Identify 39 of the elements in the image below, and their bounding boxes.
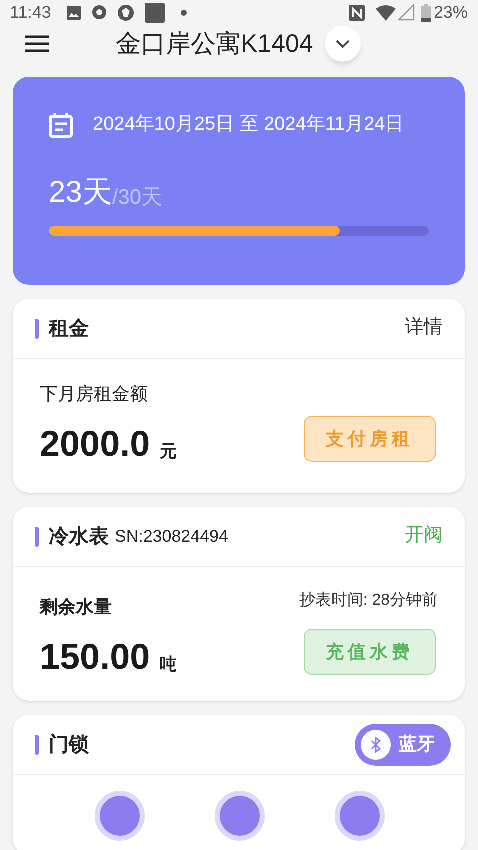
water-label: 剩余水量 bbox=[40, 596, 113, 619]
menu-icon[interactable] bbox=[24, 34, 50, 54]
open-valve-link[interactable]: 开阀 bbox=[405, 522, 443, 551]
card-title: 门锁 bbox=[49, 732, 89, 758]
wifi-icon bbox=[376, 4, 396, 21]
pay-rent-button[interactable]: 支付房租 bbox=[304, 416, 436, 462]
read-time: 抄表时间: 28分钟前 bbox=[299, 590, 438, 611]
date-range: 2024年10月25日 至 2024年11月24日 bbox=[93, 113, 404, 137]
recharge-water-button[interactable]: 充值水费 bbox=[304, 629, 436, 675]
card-title: 冷水表 bbox=[49, 524, 109, 550]
status-time: 11:43 bbox=[10, 2, 52, 24]
accent-bar bbox=[35, 318, 39, 338]
amount-value: 2000.0 bbox=[40, 426, 150, 462]
dropdown-button[interactable] bbox=[325, 26, 362, 62]
amount-unit: 元 bbox=[160, 443, 178, 460]
serial-number: SN:230824494 bbox=[115, 526, 228, 548]
shutter-icon bbox=[117, 4, 136, 22]
accent-bar bbox=[35, 526, 39, 546]
square-icon bbox=[145, 2, 166, 23]
nfc-icon bbox=[348, 4, 366, 22]
amount-value: 150.00 bbox=[40, 639, 150, 675]
chevron-down-icon bbox=[336, 40, 350, 49]
card-title: 租金 bbox=[49, 316, 89, 342]
details-link[interactable]: 详情 bbox=[405, 314, 443, 343]
days-total: /30天 bbox=[112, 186, 163, 208]
amount-unit: 吨 bbox=[160, 656, 178, 673]
rent-label: 下月房租金额 bbox=[40, 383, 149, 406]
bluetooth-icon bbox=[361, 730, 391, 760]
dot-icon bbox=[181, 10, 188, 16]
calendar-icon bbox=[49, 112, 73, 138]
battery-percent: 23% bbox=[434, 2, 468, 24]
page-title: 金口岸公寓K1404 bbox=[116, 28, 314, 60]
ring-icon bbox=[92, 5, 108, 20]
image-icon bbox=[66, 4, 82, 21]
battery-icon bbox=[420, 4, 431, 22]
bluetooth-button[interactable]: 蓝牙 bbox=[355, 724, 451, 766]
days-used: 23天 bbox=[49, 178, 112, 208]
accent-bar bbox=[35, 734, 39, 754]
signal-icon bbox=[398, 4, 415, 22]
